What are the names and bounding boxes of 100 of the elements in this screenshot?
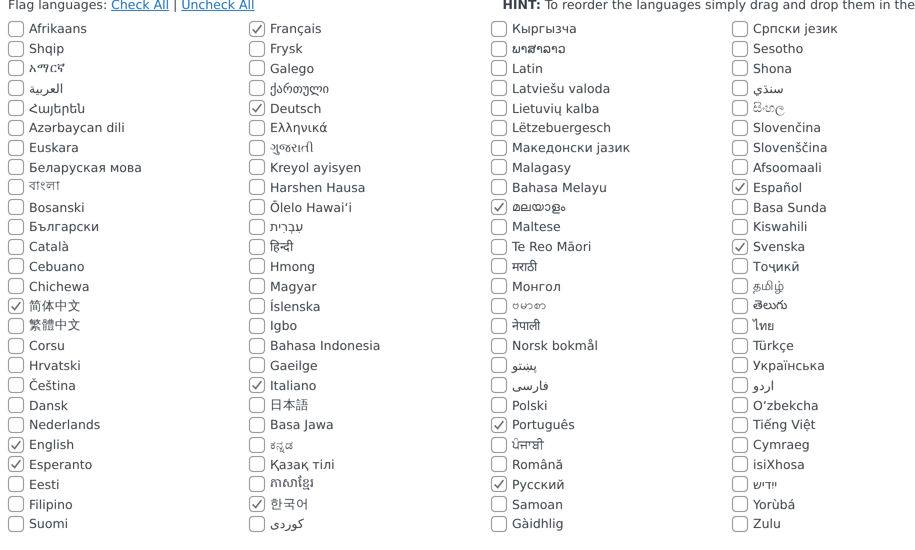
checkbox[interactable] bbox=[732, 516, 748, 532]
checkbox[interactable] bbox=[8, 476, 24, 492]
checkbox[interactable] bbox=[491, 496, 507, 512]
checkbox[interactable] bbox=[8, 397, 24, 414]
checkbox[interactable] bbox=[491, 377, 507, 394]
checkbox[interactable] bbox=[732, 416, 748, 433]
checkbox[interactable] bbox=[491, 318, 507, 334]
checkbox[interactable] bbox=[249, 476, 265, 492]
checkbox[interactable] bbox=[491, 436, 507, 453]
checkbox[interactable] bbox=[8, 40, 24, 57]
checkbox[interactable] bbox=[249, 140, 265, 156]
checkbox[interactable] bbox=[732, 159, 748, 176]
checkbox[interactable] bbox=[491, 199, 507, 216]
checkbox[interactable] bbox=[249, 516, 265, 532]
checkbox[interactable] bbox=[732, 456, 748, 472]
checkbox[interactable] bbox=[491, 338, 507, 354]
checkbox[interactable] bbox=[732, 60, 748, 76]
checkbox[interactable] bbox=[249, 238, 265, 255]
checkbox[interactable] bbox=[732, 120, 748, 136]
checkbox[interactable] bbox=[249, 218, 265, 235]
checkbox[interactable] bbox=[249, 416, 265, 433]
checkbox[interactable] bbox=[732, 40, 748, 57]
checkbox[interactable] bbox=[732, 20, 748, 37]
checkbox[interactable] bbox=[249, 318, 265, 334]
checkbox[interactable] bbox=[491, 516, 507, 532]
checkbox[interactable] bbox=[491, 476, 507, 492]
checkbox[interactable] bbox=[249, 338, 265, 354]
checkbox[interactable] bbox=[249, 20, 265, 37]
checkbox[interactable] bbox=[249, 80, 265, 96]
checkbox[interactable] bbox=[732, 377, 748, 394]
checkbox[interactable] bbox=[8, 159, 24, 176]
checkbox[interactable] bbox=[732, 278, 748, 294]
checkbox[interactable] bbox=[491, 278, 507, 294]
checkbox[interactable] bbox=[8, 238, 24, 255]
checkbox[interactable] bbox=[249, 40, 265, 57]
checkbox[interactable] bbox=[491, 397, 507, 414]
checkbox[interactable] bbox=[249, 60, 265, 76]
checkbox[interactable] bbox=[8, 179, 24, 196]
checkbox[interactable] bbox=[732, 140, 748, 156]
checkbox[interactable] bbox=[732, 357, 748, 374]
checkbox[interactable] bbox=[249, 100, 265, 116]
checkbox[interactable] bbox=[491, 218, 507, 235]
checkbox[interactable] bbox=[8, 318, 24, 334]
checkbox[interactable] bbox=[732, 496, 748, 512]
checkbox[interactable] bbox=[732, 397, 748, 414]
checkbox[interactable] bbox=[732, 476, 748, 492]
checkbox[interactable] bbox=[491, 456, 507, 472]
checkbox[interactable] bbox=[8, 377, 24, 394]
checkbox[interactable] bbox=[8, 436, 24, 453]
checkbox[interactable] bbox=[8, 258, 24, 274]
checkbox[interactable] bbox=[8, 218, 24, 235]
checkbox[interactable] bbox=[491, 20, 507, 37]
checkbox[interactable] bbox=[249, 357, 265, 374]
checkbox[interactable] bbox=[8, 60, 24, 76]
checkbox[interactable] bbox=[8, 140, 24, 156]
checkbox[interactable] bbox=[8, 496, 24, 512]
checkbox[interactable] bbox=[249, 436, 265, 453]
checkbox[interactable] bbox=[8, 516, 24, 532]
checkbox[interactable] bbox=[491, 40, 507, 57]
checkbox[interactable] bbox=[491, 80, 507, 96]
checkbox[interactable] bbox=[732, 298, 748, 314]
checkbox[interactable] bbox=[8, 199, 24, 216]
checkbox[interactable] bbox=[491, 416, 507, 433]
checkbox[interactable] bbox=[249, 377, 265, 394]
checkbox[interactable] bbox=[491, 100, 507, 116]
checkbox[interactable] bbox=[249, 456, 265, 472]
checkbox[interactable] bbox=[249, 298, 265, 314]
checkbox[interactable] bbox=[8, 100, 24, 116]
checkbox[interactable] bbox=[732, 436, 748, 453]
checkbox[interactable] bbox=[732, 238, 748, 255]
checkbox[interactable] bbox=[8, 278, 24, 294]
checkbox[interactable] bbox=[732, 100, 748, 116]
checkbox[interactable] bbox=[249, 258, 265, 274]
checkbox[interactable] bbox=[8, 416, 24, 433]
checkbox[interactable] bbox=[249, 278, 265, 294]
checkbox[interactable] bbox=[491, 60, 507, 76]
checkbox[interactable] bbox=[732, 338, 748, 354]
checkbox[interactable] bbox=[491, 298, 507, 314]
checkbox[interactable] bbox=[8, 298, 24, 314]
checkbox[interactable] bbox=[732, 318, 748, 334]
checkbox[interactable] bbox=[8, 456, 24, 472]
checkbox[interactable] bbox=[732, 80, 748, 96]
checkbox[interactable] bbox=[249, 120, 265, 136]
checkbox[interactable] bbox=[8, 80, 24, 96]
checkbox[interactable] bbox=[732, 199, 748, 216]
checkbox[interactable] bbox=[491, 159, 507, 176]
checkbox[interactable] bbox=[8, 338, 24, 354]
checkbox[interactable] bbox=[249, 199, 265, 216]
checkbox[interactable] bbox=[732, 179, 748, 196]
checkbox[interactable] bbox=[491, 140, 507, 156]
checkbox[interactable] bbox=[8, 20, 24, 37]
checkbox[interactable] bbox=[491, 258, 507, 274]
checkbox[interactable] bbox=[732, 218, 748, 235]
checkbox[interactable] bbox=[491, 120, 507, 136]
checkbox[interactable] bbox=[8, 120, 24, 136]
checkbox[interactable] bbox=[249, 159, 265, 176]
checkbox[interactable] bbox=[491, 179, 507, 196]
checkbox[interactable] bbox=[732, 258, 748, 274]
checkbox[interactable] bbox=[249, 496, 265, 512]
checkbox[interactable] bbox=[491, 357, 507, 374]
